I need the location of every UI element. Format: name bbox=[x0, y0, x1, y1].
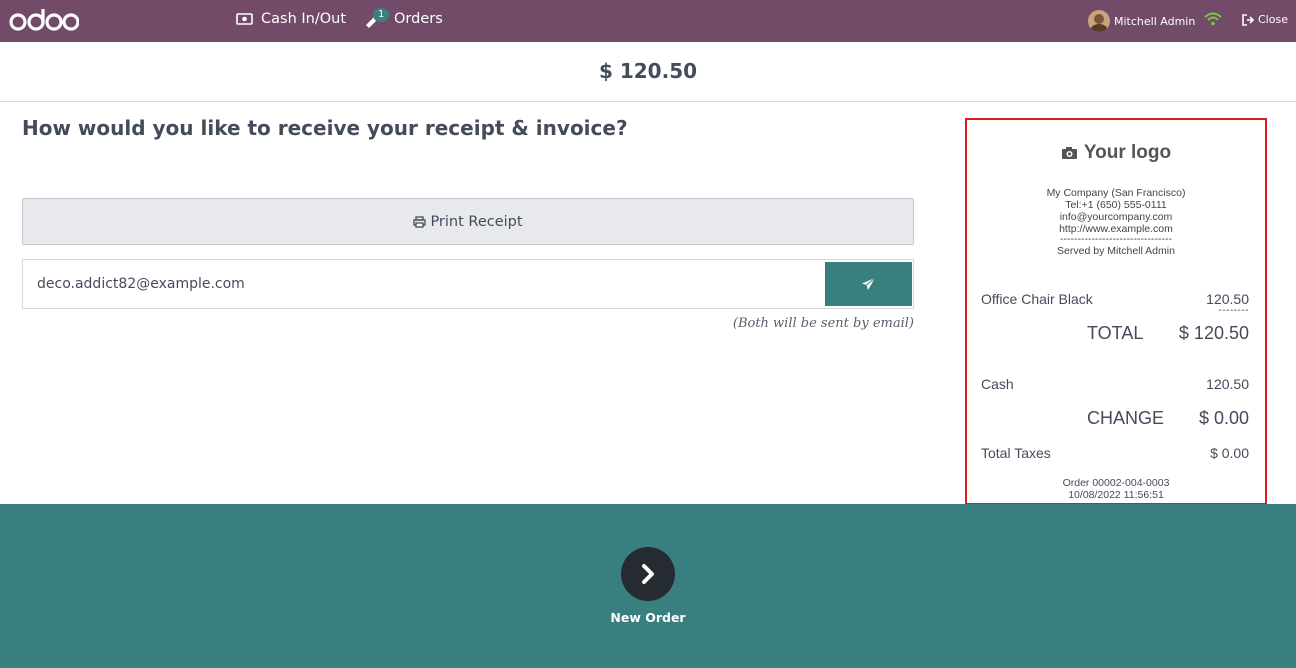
send-email-button[interactable] bbox=[825, 262, 912, 306]
order-info: Order 00002-004-0003 10/08/2022 11:56:51 bbox=[967, 477, 1265, 501]
receipt-logo: Your logo bbox=[967, 142, 1265, 164]
amount-header: $ 120.50 bbox=[0, 42, 1296, 102]
new-order-button[interactable]: New Order bbox=[610, 547, 686, 625]
total-amount: $ 120.50 bbox=[598, 59, 698, 83]
company-name: My Company (San Francisco) bbox=[1046, 187, 1186, 199]
print-receipt-button[interactable]: Print Receipt bbox=[22, 198, 914, 245]
top-navbar: Cash In/Out 1 Orders Mitchell Admin Clos… bbox=[0, 0, 1296, 42]
item-name: Office Chair Black bbox=[981, 291, 1093, 307]
email-note: (Both will be sent by email) bbox=[732, 316, 914, 331]
print-receipt-label: Print Receipt bbox=[430, 213, 523, 230]
money-icon bbox=[236, 13, 253, 25]
logo-text: Your logo bbox=[1083, 142, 1172, 163]
avatar bbox=[1088, 10, 1110, 32]
odoo-logo bbox=[9, 9, 79, 31]
total-row: TOTAL $ 120.50 bbox=[1087, 323, 1249, 344]
receipt-preview: Your logo My Company (San Francisco) Tel… bbox=[965, 118, 1267, 505]
paper-plane-icon bbox=[862, 277, 876, 290]
taxes-label: Total Taxes bbox=[981, 445, 1051, 461]
served-by: Served by Mitchell Admin bbox=[1057, 245, 1175, 257]
print-icon bbox=[413, 215, 427, 228]
user-name: Mitchell Admin bbox=[1114, 14, 1196, 28]
close-label: Close bbox=[1258, 13, 1288, 26]
total-value: $ 120.50 bbox=[1178, 323, 1249, 343]
order-ref: Order 00002-004-0003 bbox=[1062, 477, 1170, 489]
change-label: CHANGE bbox=[1087, 408, 1165, 428]
taxes-value: $ 0.00 bbox=[1210, 445, 1249, 461]
close-button[interactable]: Close bbox=[1242, 13, 1288, 26]
email-input[interactable] bbox=[23, 260, 825, 308]
payment-method: Cash bbox=[981, 376, 1014, 392]
company-info: My Company (San Francisco) Tel:+1 (650) … bbox=[967, 187, 1265, 257]
camera-icon bbox=[1061, 147, 1077, 159]
receipt-question: How would you like to receive your recei… bbox=[22, 116, 628, 140]
chevron-right-icon bbox=[642, 564, 654, 584]
change-row: CHANGE $ 0.00 bbox=[1087, 408, 1249, 429]
orders-count-badge: 1 bbox=[373, 8, 390, 22]
separator: -------------------------------- bbox=[1060, 233, 1172, 245]
company-email: info@yourcompany.com bbox=[1059, 211, 1173, 223]
cash-in-out-button[interactable]: Cash In/Out bbox=[236, 11, 346, 27]
new-order-circle bbox=[621, 547, 675, 601]
user-menu[interactable]: Mitchell Admin bbox=[1088, 10, 1195, 32]
dashes: -------- bbox=[1218, 305, 1249, 316]
new-order-label: New Order bbox=[610, 610, 686, 625]
payment-amount: 120.50 bbox=[1206, 376, 1249, 392]
order-date: 10/08/2022 11:56:51 bbox=[1068, 489, 1164, 501]
change-value: $ 0.00 bbox=[1198, 408, 1249, 428]
orders-label: Orders bbox=[394, 11, 443, 27]
company-phone: Tel:+1 (650) 555-0111 bbox=[1065, 199, 1167, 211]
cash-in-out-label: Cash In/Out bbox=[261, 11, 347, 27]
total-label: TOTAL bbox=[1087, 323, 1144, 343]
email-form bbox=[22, 259, 914, 309]
payment-line: Cash 120.50 bbox=[981, 376, 1249, 392]
wifi-icon bbox=[1204, 12, 1222, 26]
footer-bar: New Order bbox=[0, 504, 1296, 668]
orders-button[interactable]: 1 Orders bbox=[364, 8, 443, 28]
taxes-line: Total Taxes $ 0.00 bbox=[981, 445, 1249, 461]
sign-out-icon bbox=[1242, 13, 1255, 26]
receipt-line-item: Office Chair Black 120.50 bbox=[981, 291, 1249, 307]
